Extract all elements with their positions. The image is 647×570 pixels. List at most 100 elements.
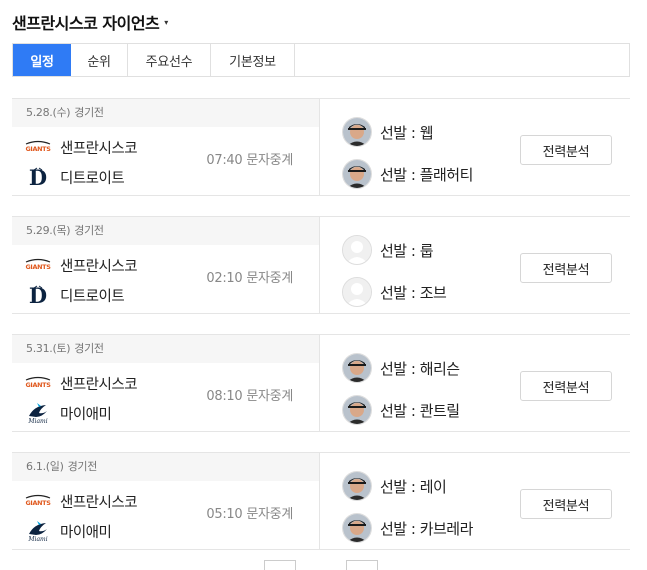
game-row: 6.1.(일) 경기전 GIANTS 샌프란시스코 Miami 마이애미 05:1… — [12, 452, 630, 550]
game-row: 5.29.(목) 경기전 GIANTS 샌프란시스코 D 디트로이트 02:10 문… — [12, 216, 630, 314]
home-starting-pitcher[interactable]: 선발 : 웹 — [342, 117, 434, 147]
svg-text:Miami: Miami — [27, 536, 47, 542]
svg-text:D: D — [29, 166, 47, 188]
svg-text:GIANTS: GIANTS — [25, 145, 51, 153]
dropdown-caret-icon: ▾ — [164, 17, 169, 27]
marlins-logo-icon: Miami — [24, 520, 52, 542]
game-status: 경기전 — [74, 106, 104, 119]
text-relay-link[interactable]: 문자중계 — [246, 271, 293, 286]
home-starting-pitcher[interactable]: 선발 : 해리슨 — [342, 353, 460, 383]
pitcher-label: 선발 : 해리슨 — [380, 359, 460, 378]
team-selector[interactable]: 샌프란시스코 자이언츠 ▾ — [12, 10, 168, 34]
giants-logo-icon: GIANTS — [24, 136, 52, 158]
pitcher-avatar — [342, 395, 372, 425]
svg-text:GIANTS: GIANTS — [25, 381, 51, 389]
game-info: 5.31.(토) 경기전 GIANTS 샌프란시스코 Miami 마이애미 08:… — [12, 335, 320, 431]
game-info: 5.29.(목) 경기전 GIANTS 샌프란시스코 D 디트로이트 02:10 문… — [12, 217, 320, 313]
home-team[interactable]: GIANTS 샌프란시스코 — [24, 488, 138, 514]
pitcher-label: 선발 : 웹 — [380, 123, 434, 142]
game-time[interactable]: 05:10 문자중계 — [206, 503, 293, 522]
tigers-logo-icon: D — [24, 166, 52, 188]
analysis-button[interactable]: 전력분석 — [520, 135, 612, 165]
giants-logo-icon: GIANTS — [24, 372, 52, 394]
game-date: 5.28.(수) — [26, 106, 71, 119]
away-starting-pitcher[interactable]: 선발 : 콴트릴 — [342, 395, 460, 425]
start-time: 07:40 — [206, 153, 243, 168]
game-date: 5.29.(목) — [26, 224, 71, 237]
game-time[interactable]: 08:10 문자중계 — [206, 385, 293, 404]
analysis-button[interactable]: 전력분석 — [520, 371, 612, 401]
game-status: 경기전 — [74, 342, 104, 355]
tab-schedule[interactable]: 일정 — [13, 44, 71, 76]
away-team[interactable]: Miami 마이애미 — [24, 518, 112, 544]
start-time: 02:10 — [206, 271, 243, 286]
analysis-button[interactable]: 전력분석 — [520, 489, 612, 519]
game-status: 경기전 — [74, 224, 104, 237]
away-team[interactable]: Miami 마이애미 — [24, 400, 112, 426]
away-team-name: 디트로이트 — [60, 170, 125, 187]
svg-text:GIANTS: GIANTS — [25, 499, 51, 507]
game-status: 경기전 — [67, 460, 98, 473]
pitcher-label: 선발 : 콴트릴 — [380, 401, 460, 420]
away-team[interactable]: D 디트로이트 — [24, 282, 125, 308]
tigers-logo-icon: D — [24, 284, 52, 306]
svg-text:Miami: Miami — [27, 418, 47, 424]
home-team-name: 샌프란시스코 — [60, 140, 138, 157]
analysis-button[interactable]: 전력분석 — [520, 253, 612, 283]
text-relay-link[interactable]: 문자중계 — [246, 389, 293, 404]
pitcher-label: 선발 : 조브 — [380, 283, 447, 302]
pitcher-avatar — [342, 471, 372, 501]
pagination-prev-button[interactable] — [264, 560, 296, 570]
home-team-name: 샌프란시스코 — [60, 258, 138, 275]
game-date-bar: 5.31.(토) 경기전 — [12, 335, 319, 363]
home-team-name: 샌프란시스코 — [60, 494, 138, 511]
pitcher-label: 선발 : 카브레라 — [380, 519, 473, 538]
tab-key-players[interactable]: 주요선수 — [128, 44, 211, 76]
game-date-bar: 6.1.(일) 경기전 — [12, 453, 319, 481]
pitcher-avatar — [342, 513, 372, 543]
home-team[interactable]: GIANTS 샌프란시스코 — [24, 134, 138, 160]
game-date-bar: 5.29.(목) 경기전 — [12, 217, 319, 245]
tab-standings[interactable]: 순위 — [71, 44, 128, 76]
pitcher-avatar — [342, 353, 372, 383]
game-date-bar: 5.28.(수) 경기전 — [12, 99, 319, 127]
giants-logo-icon: GIANTS — [24, 490, 52, 512]
away-team[interactable]: D 디트로이트 — [24, 164, 125, 190]
away-starting-pitcher[interactable]: 선발 : 조브 — [342, 277, 447, 307]
game-time[interactable]: 07:40 문자중계 — [206, 149, 293, 168]
away-team-name: 마이애미 — [60, 524, 112, 541]
start-time: 08:10 — [206, 389, 243, 404]
game-info: 6.1.(일) 경기전 GIANTS 샌프란시스코 Miami 마이애미 05:1… — [12, 453, 320, 549]
pitcher-avatar — [342, 159, 372, 189]
away-starting-pitcher[interactable]: 선발 : 플래허티 — [342, 159, 473, 189]
home-starting-pitcher[interactable]: 선발 : 레이 — [342, 471, 447, 501]
marlins-logo-icon: Miami — [24, 402, 52, 424]
pitcher-label: 선발 : 룹 — [380, 241, 434, 260]
pagination-next-button[interactable] — [346, 560, 378, 570]
home-team[interactable]: GIANTS 샌프란시스코 — [24, 252, 138, 278]
home-team[interactable]: GIANTS 샌프란시스코 — [24, 370, 138, 396]
svg-text:D: D — [29, 284, 47, 306]
pitcher-avatar — [342, 117, 372, 147]
tab-bar: 일정 순위 주요선수 기본정보 — [12, 43, 630, 77]
text-relay-link[interactable]: 문자중계 — [246, 507, 293, 522]
game-info: 5.28.(수) 경기전 GIANTS 샌프란시스코 D 디트로이트 07:40 문… — [12, 99, 320, 195]
giants-logo-icon: GIANTS — [24, 254, 52, 276]
pitcher-label: 선발 : 플래허티 — [380, 165, 473, 184]
home-team-name: 샌프란시스코 — [60, 376, 138, 393]
game-row: 5.31.(토) 경기전 GIANTS 샌프란시스코 Miami 마이애미 08:… — [12, 334, 630, 432]
tab-basic-info[interactable]: 기본정보 — [211, 44, 295, 76]
away-team-name: 디트로이트 — [60, 288, 125, 305]
pitcher-label: 선발 : 레이 — [380, 477, 447, 496]
pitcher-avatar — [342, 235, 372, 265]
away-starting-pitcher[interactable]: 선발 : 카브레라 — [342, 513, 473, 543]
game-time[interactable]: 02:10 문자중계 — [206, 267, 293, 286]
svg-text:GIANTS: GIANTS — [25, 263, 51, 271]
game-row: 5.28.(수) 경기전 GIANTS 샌프란시스코 D 디트로이트 07:40 문… — [12, 98, 630, 196]
team-title: 샌프란시스코 자이언츠 — [12, 14, 160, 33]
home-starting-pitcher[interactable]: 선발 : 룹 — [342, 235, 434, 265]
start-time: 05:10 — [206, 507, 243, 522]
game-date: 5.31.(토) — [26, 342, 71, 355]
text-relay-link[interactable]: 문자중계 — [246, 153, 293, 168]
game-date: 6.1.(일) — [26, 460, 64, 473]
